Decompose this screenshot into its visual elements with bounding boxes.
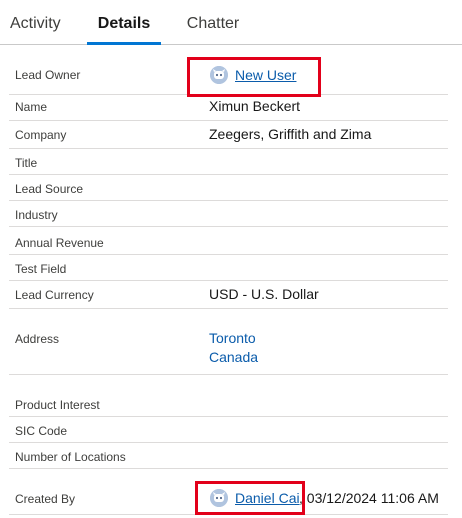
field-label: SIC Code — [15, 424, 68, 438]
field-value: USD - U.S. Dollar — [209, 286, 319, 302]
address-country-link[interactable]: Canada — [209, 349, 258, 365]
field-label: Created By — [15, 492, 76, 506]
field-product-interest: Product Interest — [9, 374, 448, 417]
tab-details[interactable]: Details — [87, 0, 161, 45]
field-label: Annual Revenue — [15, 236, 104, 250]
field-test-field: Test Field — [9, 254, 448, 281]
field-label: Test Field — [15, 262, 67, 276]
field-label: Product Interest — [15, 398, 100, 412]
lead-owner-link[interactable]: New User — [235, 67, 296, 83]
field-label: Lead Owner — [15, 68, 81, 82]
tab-chatter[interactable]: Chatter — [184, 0, 242, 44]
field-label: Company — [15, 128, 67, 142]
field-created-by: Created By Daniel Cai , 03/12/2024 11:06… — [9, 468, 448, 515]
field-value: Zeegers, Griffith and Zima — [209, 126, 372, 142]
field-address: Address Toronto Canada — [9, 308, 448, 375]
field-lead-source: Lead Source — [9, 174, 448, 201]
field-lead-currency: Lead Currency USD - U.S. Dollar — [9, 280, 448, 309]
field-company: Company Zeegers, Griffith and Zima — [9, 120, 448, 149]
field-label: Lead Currency — [15, 288, 94, 302]
field-label: Title — [15, 156, 38, 170]
created-by-user-link[interactable]: Daniel Cai — [235, 490, 300, 506]
created-date: , 03/12/2024 11:06 AM — [299, 490, 439, 506]
field-label: Number of Locations — [15, 450, 126, 464]
field-label: Name — [15, 100, 48, 114]
user-avatar-icon — [210, 66, 228, 84]
address-city-link[interactable]: Toronto — [209, 330, 256, 346]
field-sic-code: SIC Code — [9, 416, 448, 443]
field-label: Lead Source — [15, 182, 84, 196]
field-number-of-locations: Number of Locations — [9, 442, 448, 469]
record-tabs: Activity Details Chatter — [0, 0, 462, 45]
field-lead-owner: Lead Owner New User — [9, 58, 448, 95]
user-avatar-icon — [210, 489, 228, 507]
field-annual-revenue: Annual Revenue — [9, 226, 448, 255]
field-value: Ximun Beckert — [209, 98, 301, 114]
field-title: Title — [9, 148, 448, 175]
field-label: Address — [15, 332, 60, 346]
field-label: Industry — [15, 208, 58, 222]
tab-activity[interactable]: Activity — [10, 0, 64, 44]
field-name: Name Ximun Beckert — [9, 94, 448, 121]
field-industry: Industry — [9, 200, 448, 227]
